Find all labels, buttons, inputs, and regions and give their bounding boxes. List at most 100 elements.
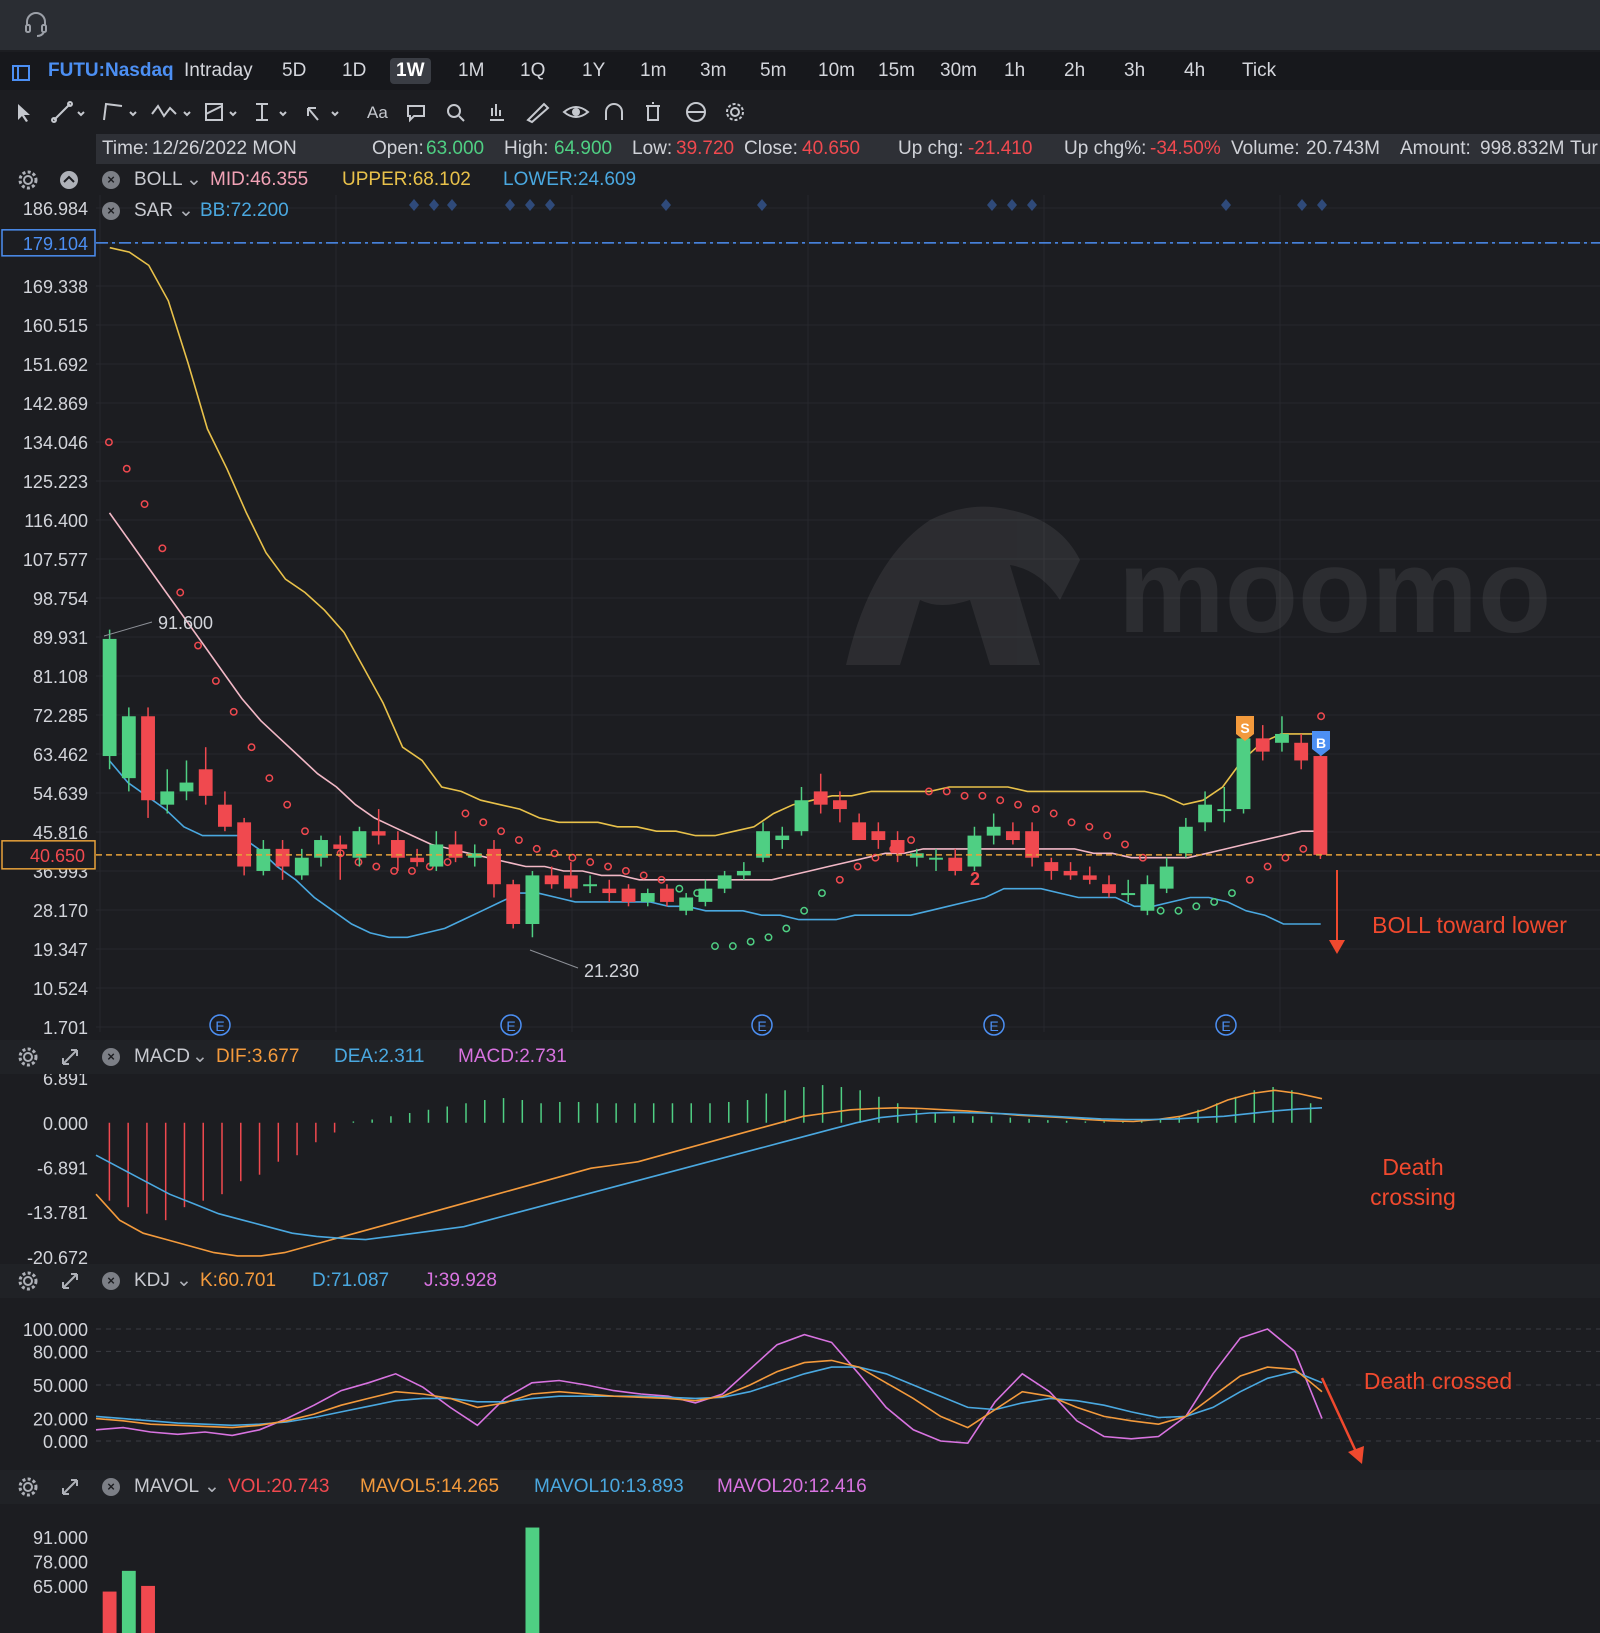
kdj-d-value: D:71.087 (312, 1270, 390, 1291)
candle-body (275, 848, 290, 867)
candle-body (1005, 831, 1020, 841)
expand-icon[interactable] (59, 1270, 81, 1292)
last-price-label: 40.650 (30, 846, 85, 866)
chevron-down-icon[interactable]: ⌄ (204, 1473, 220, 1501)
close-icon[interactable]: × (102, 1272, 120, 1290)
candle-body (890, 840, 905, 854)
candle-body (698, 888, 713, 902)
candle-body (1140, 884, 1155, 911)
candle-body (198, 769, 213, 796)
crosshair-price-label: 179.104 (23, 234, 88, 254)
earnings-marker-label: E (989, 1018, 998, 1034)
earnings-marker-label: E (757, 1018, 766, 1034)
settings-gear-icon[interactable] (17, 1046, 39, 1068)
settings-gear-icon[interactable] (17, 169, 39, 191)
sar-dot (1192, 902, 1201, 911)
sar-dot (1156, 906, 1165, 915)
sar-dot (782, 924, 791, 933)
price-axis-label: 116.400 (24, 511, 88, 531)
event-marker-diamond (1221, 199, 1231, 211)
sar-dot (604, 862, 612, 871)
boll-name[interactable]: BOLL (134, 166, 183, 194)
sar-dot (354, 858, 363, 867)
kdj-axis-label: 0.000 (43, 1432, 88, 1452)
close-icon[interactable]: × (102, 1478, 120, 1496)
candle-body (352, 831, 367, 858)
chevron-down-icon[interactable]: ⌄ (178, 197, 194, 225)
sar-dot (1174, 906, 1183, 915)
event-marker-diamond (429, 199, 439, 211)
mavol-name[interactable]: MAVOL (134, 1473, 199, 1501)
sar-dot (1263, 862, 1272, 871)
sar-dot (996, 796, 1005, 805)
sar-dot (1049, 809, 1058, 818)
candle-body (717, 875, 732, 889)
sar-dot (1085, 822, 1094, 831)
sar-dot (247, 743, 256, 752)
sar-dot (1121, 840, 1129, 849)
chevron-down-icon[interactable]: ⌄ (186, 166, 202, 194)
event-marker-diamond (1317, 199, 1327, 211)
expand-icon[interactable] (59, 1046, 81, 1068)
sar-dot (1067, 818, 1076, 827)
candle-body (1159, 866, 1174, 889)
sar-dot (1031, 805, 1040, 814)
sar-dot (265, 774, 274, 783)
chevron-down-icon[interactable]: ⌄ (192, 1043, 208, 1071)
annotation-arrow-head (1329, 940, 1345, 954)
price-axis-label: 72.285 (33, 706, 88, 726)
mavol-vol-value: VOL:20.743 (228, 1476, 330, 1497)
kdj-d-line (95, 1366, 1323, 1427)
watermark-logo: moomo (846, 506, 1551, 665)
candle-body (1063, 870, 1078, 876)
candle-body (1082, 875, 1097, 880)
candle-body (621, 888, 636, 902)
event-marker-diamond (987, 199, 997, 211)
candle-body (218, 804, 232, 827)
settings-gear-icon[interactable] (17, 1476, 39, 1498)
expand-icon[interactable] (59, 1476, 81, 1498)
sar-name[interactable]: SAR (134, 197, 173, 225)
sar-dot (1299, 844, 1308, 853)
kdj-name[interactable]: KDJ (134, 1267, 170, 1295)
candle-body (102, 638, 117, 757)
boll-lower-value: LOWER:24.609 (503, 169, 637, 190)
price-axis-label: 160.515 (23, 316, 88, 336)
kdj-axis-label: 80.000 (33, 1342, 88, 1362)
candle-body (333, 844, 348, 849)
mavol10-value: MAVOL10:13.893 (534, 1476, 684, 1497)
close-icon[interactable]: × (102, 1048, 120, 1066)
collapse-icon[interactable] (58, 169, 80, 191)
macd-dea-line (95, 1107, 1323, 1241)
sar-dot (764, 933, 773, 942)
close-icon[interactable]: × (102, 171, 120, 189)
buy-marker-label: B (1316, 735, 1326, 751)
sar-dot (229, 707, 238, 716)
sar-dot (1103, 831, 1112, 840)
event-marker-diamond (447, 199, 457, 211)
candle-body (525, 875, 540, 925)
mavol20-value: MAVOL20:12.416 (717, 1476, 867, 1497)
price-axis-label: 125.223 (23, 472, 88, 492)
volume-bar (141, 1585, 155, 1633)
kdj-k-value: K:60.701 (200, 1270, 277, 1291)
kdj-axis-label: 50.000 (33, 1376, 88, 1396)
sar-dot (835, 875, 844, 884)
candle-body (448, 844, 463, 858)
chevron-down-icon[interactable]: ⌄ (176, 1267, 192, 1295)
candle-body (141, 716, 155, 801)
sar-dot (443, 858, 452, 867)
close-icon[interactable]: × (102, 202, 120, 220)
candle-body (602, 888, 617, 894)
price-axis-label: 134.046 (23, 433, 88, 453)
candle-body (1255, 738, 1270, 752)
candle-body (679, 897, 694, 911)
macd-name[interactable]: MACD (134, 1043, 190, 1071)
volume-axis-label: 65.000 (33, 1577, 88, 1597)
sar-dot (586, 858, 595, 867)
earnings-marker-label: E (506, 1018, 515, 1034)
volume-bar (102, 1591, 117, 1633)
settings-gear-icon[interactable] (17, 1270, 39, 1292)
event-marker-diamond (505, 199, 515, 211)
event-marker-diamond (1007, 199, 1017, 211)
